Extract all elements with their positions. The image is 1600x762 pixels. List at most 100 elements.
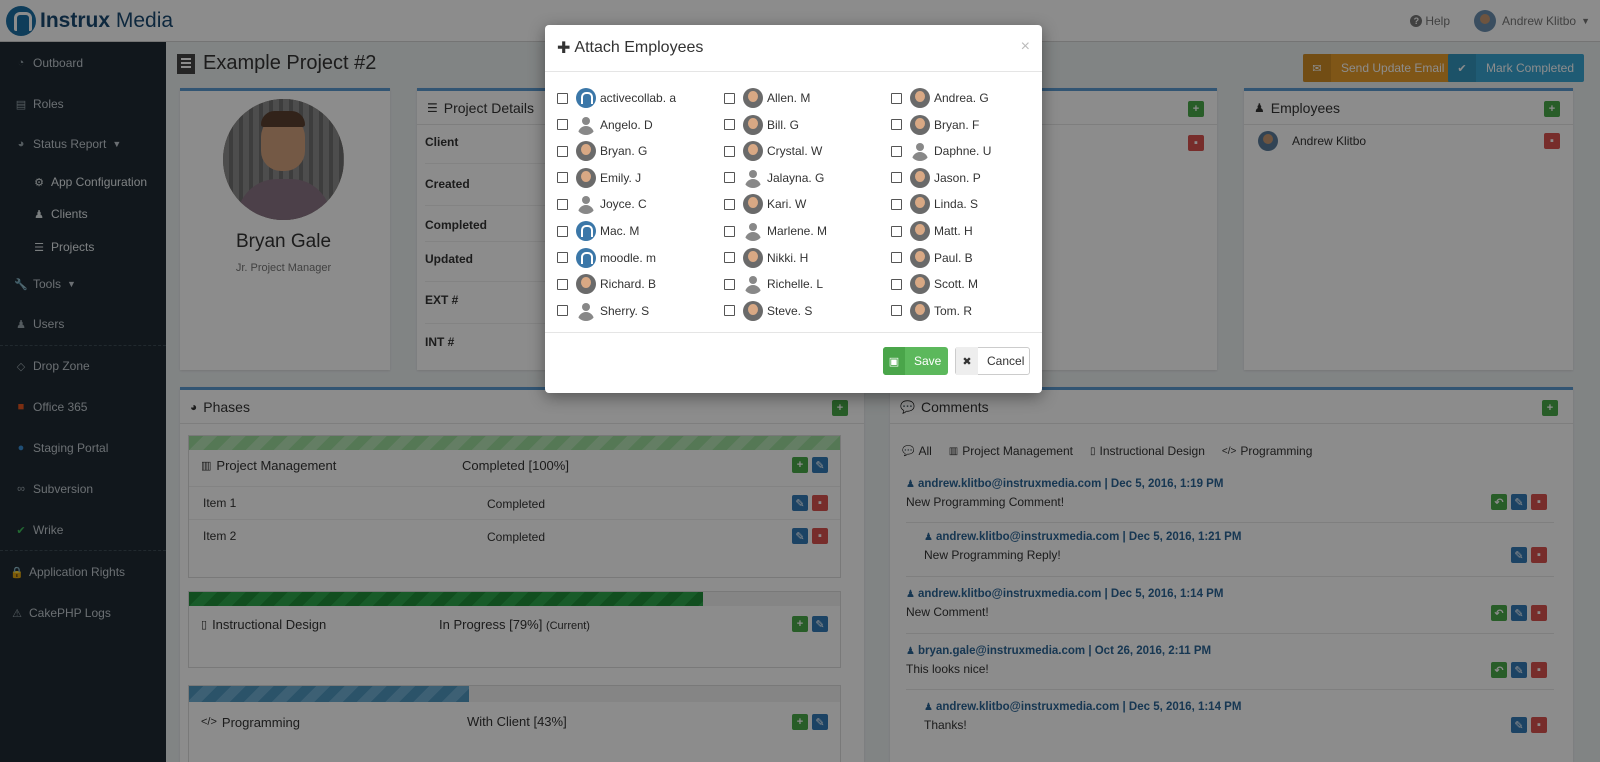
employee-checkbox[interactable]: [557, 305, 568, 317]
cancel-button[interactable]: ✖ Cancel: [955, 347, 1030, 375]
button-label: Save: [914, 354, 942, 368]
employee-option[interactable]: Jason. P: [891, 167, 981, 189]
employee-option[interactable]: Richelle. L: [724, 273, 823, 295]
employee-option[interactable]: Jalayna. G: [724, 167, 824, 189]
employee-option[interactable]: Steve. S: [724, 300, 812, 322]
avatar: [576, 141, 596, 162]
avatar: [743, 168, 763, 188]
avatar: [576, 194, 596, 215]
employee-option[interactable]: Tom. R: [891, 300, 972, 322]
avatar: [576, 167, 596, 188]
employee-option[interactable]: Kari. W: [724, 193, 806, 215]
avatar: [743, 141, 763, 162]
employee-option[interactable]: Joyce. C: [557, 193, 647, 215]
employee-name: Kari. W: [767, 197, 807, 212]
avatar: [910, 194, 930, 215]
employee-name: Steve. S: [767, 303, 813, 318]
employee-option[interactable]: Nikki. H: [724, 247, 808, 269]
employee-name: Bill. G: [767, 117, 800, 132]
employee-option[interactable]: Crystal. W: [724, 140, 822, 162]
employee-option[interactable]: Richard. B: [557, 273, 656, 295]
employee-option[interactable]: Bryan. F: [891, 114, 979, 136]
avatar: [576, 221, 596, 241]
employee-option[interactable]: Daphne. U: [891, 140, 991, 162]
employee-name: Richard. B: [600, 277, 657, 292]
employee-checkbox[interactable]: [724, 278, 735, 290]
avatar: [910, 141, 930, 162]
employee-checkbox[interactable]: [724, 225, 735, 237]
employee-option[interactable]: Linda. S: [891, 193, 978, 215]
attach-employees-modal: ✚ Attach Employees × activecollab. a Alle…: [545, 25, 1042, 393]
employee-name: Linda. S: [934, 197, 979, 212]
employee-checkbox[interactable]: [724, 172, 735, 184]
employee-option[interactable]: Allen. M: [724, 87, 810, 109]
employee-checkbox[interactable]: [557, 278, 568, 290]
employee-option[interactable]: Andrea. G: [891, 87, 989, 109]
employee-checkbox[interactable]: [891, 225, 902, 237]
close-icon[interactable]: ×: [1021, 38, 1030, 56]
modal-title: Attach Employees: [574, 39, 704, 56]
employee-checkbox[interactable]: [724, 252, 735, 264]
employee-name: Emily. J: [600, 170, 642, 185]
employee-option[interactable]: Marlene. M: [724, 220, 827, 242]
employee-checkbox[interactable]: [557, 172, 568, 184]
employee-option[interactable]: Paul. B: [891, 247, 973, 269]
employee-checkbox[interactable]: [891, 198, 902, 210]
employee-checkbox[interactable]: [724, 305, 735, 317]
employee-checkbox[interactable]: [891, 278, 902, 290]
employee-checkbox[interactable]: [557, 252, 568, 264]
employee-checkbox[interactable]: [557, 119, 568, 131]
employee-checkbox[interactable]: [557, 92, 568, 104]
employee-checkbox[interactable]: [891, 305, 902, 317]
employee-option[interactable]: activecollab. a: [557, 87, 676, 109]
avatar: [743, 247, 763, 268]
employee-name: Bryan. F: [934, 117, 980, 132]
employee-checkbox[interactable]: [724, 92, 735, 104]
avatar: [910, 300, 930, 321]
employee-checkbox[interactable]: [557, 198, 568, 210]
close-icon: ✖: [956, 347, 978, 375]
employee-checkbox[interactable]: [891, 252, 902, 264]
employee-option[interactable]: Angelo. D: [557, 114, 653, 136]
employee-name: Nikki. H: [767, 250, 809, 265]
avatar: [910, 88, 930, 108]
floppy-icon: ▣: [883, 347, 905, 375]
employee-option[interactable]: Matt. H: [891, 220, 973, 242]
avatar: [743, 274, 763, 295]
employee-checkbox[interactable]: [557, 145, 568, 157]
employee-checkbox[interactable]: [724, 198, 735, 210]
employee-name: Mac. M: [600, 224, 640, 238]
employee-name: Matt. H: [934, 224, 973, 238]
employee-option[interactable]: Emily. J: [557, 167, 641, 189]
employee-name: Crystal. W: [767, 144, 823, 159]
employee-option[interactable]: Scott. M: [891, 273, 978, 295]
employee-name: Angelo. D: [600, 117, 653, 132]
avatar: [743, 88, 763, 108]
employee-name: Andrea. G: [934, 91, 989, 105]
employee-checkbox[interactable]: [891, 92, 902, 104]
avatar: [910, 114, 930, 135]
avatar: [910, 221, 930, 241]
employee-checkbox[interactable]: [724, 119, 735, 131]
employee-checkbox[interactable]: [891, 119, 902, 131]
avatar: [576, 247, 596, 268]
employee-option[interactable]: Sherry. S: [557, 300, 649, 322]
employee-option[interactable]: Mac. M: [557, 220, 639, 242]
employee-checkbox[interactable]: [724, 145, 735, 157]
plus-icon: ✚: [557, 40, 571, 57]
employee-name: Richelle. L: [767, 277, 824, 292]
employee-checkbox[interactable]: [891, 172, 902, 184]
avatar: [576, 88, 596, 108]
employee-name: Jalayna. G: [767, 170, 825, 185]
employee-checkbox[interactable]: [891, 145, 902, 157]
employee-name: Sherry. S: [600, 303, 650, 318]
modal-footer: ▣ Save ✖ Cancel: [545, 332, 1042, 393]
employee-option[interactable]: Bill. G: [724, 114, 799, 136]
employee-option[interactable]: moodle. m: [557, 247, 656, 269]
employee-option[interactable]: Bryan. G: [557, 140, 647, 162]
employee-name: Joyce. C: [600, 197, 647, 212]
save-button[interactable]: ▣ Save: [883, 347, 948, 375]
avatar: [910, 274, 930, 295]
employee-checkbox[interactable]: [557, 225, 568, 237]
employee-name: Bryan. G: [600, 144, 648, 159]
